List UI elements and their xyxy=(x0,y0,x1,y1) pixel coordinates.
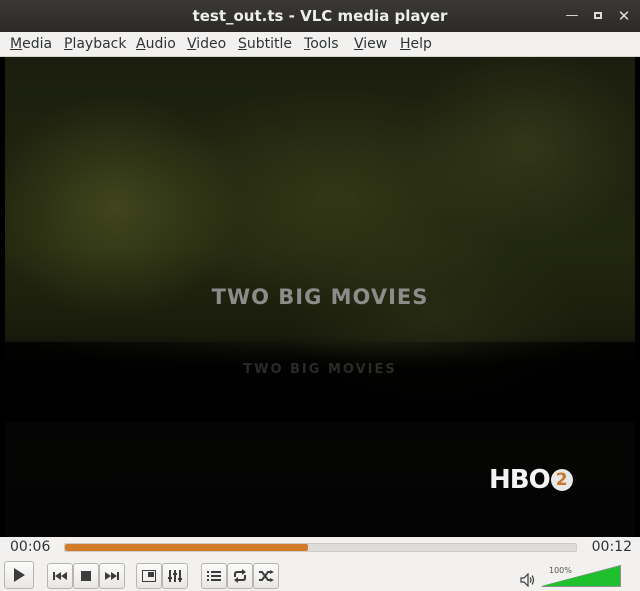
channel-logo-text: HBO xyxy=(489,465,551,495)
previous-button[interactable] xyxy=(47,563,73,589)
video-area[interactable]: TWO BIG MOVIES TWO BIG MOVIES HBO 2 xyxy=(0,57,640,537)
playlist-button[interactable] xyxy=(201,563,227,589)
total-time[interactable]: 00:12 xyxy=(592,539,632,555)
menu-video[interactable]: Video xyxy=(187,35,226,53)
maximize-icon xyxy=(594,12,602,19)
maximize-button[interactable] xyxy=(588,6,608,26)
skip-forward-icon xyxy=(105,572,119,580)
play-icon xyxy=(14,568,25,582)
next-button[interactable] xyxy=(99,563,125,589)
menu-audio[interactable]: Audio xyxy=(136,35,176,53)
speaker-icon xyxy=(520,572,535,588)
minimize-button[interactable]: — xyxy=(562,6,582,26)
fullscreen-button[interactable] xyxy=(136,563,162,589)
volume-mute-button[interactable] xyxy=(520,572,536,591)
extended-settings-button[interactable] xyxy=(162,563,188,589)
loop-button[interactable] xyxy=(227,563,253,589)
shuffle-icon xyxy=(259,570,274,582)
shuffle-button[interactable] xyxy=(253,563,279,589)
stop-icon xyxy=(81,571,91,581)
close-button[interactable]: ✕ xyxy=(614,6,634,26)
channel-logo-number: 2 xyxy=(550,469,573,491)
equalizer-icon xyxy=(168,570,182,582)
window-title: test_out.ts - VLC media player xyxy=(192,7,448,25)
elapsed-time: 00:06 xyxy=(10,539,51,555)
menu-media[interactable]: Media xyxy=(10,35,52,53)
title-bar[interactable]: test_out.ts - VLC media player — ✕ xyxy=(0,0,640,32)
channel-logo: HBO 2 xyxy=(489,465,573,495)
play-button[interactable] xyxy=(4,561,34,589)
menu-help[interactable]: Help xyxy=(400,35,432,53)
video-reflection-text: TWO BIG MOVIES xyxy=(243,362,397,377)
playlist-icon xyxy=(207,571,221,581)
menu-bar: Media Playback Audio Video Subtitle Tool… xyxy=(0,32,640,57)
seek-slider[interactable] xyxy=(64,543,577,552)
seek-row: 00:06 00:12 xyxy=(0,537,640,559)
video-horizon xyxy=(5,342,635,422)
volume-slider[interactable] xyxy=(541,565,621,587)
seek-progress xyxy=(65,544,308,551)
fullscreen-icon xyxy=(142,570,156,582)
close-icon: ✕ xyxy=(617,7,631,25)
skip-back-icon xyxy=(53,572,67,580)
menu-subtitle[interactable]: Subtitle xyxy=(238,35,292,53)
minimize-icon: — xyxy=(565,8,579,23)
stop-button[interactable] xyxy=(73,563,99,589)
menu-playback[interactable]: Playback xyxy=(64,35,126,53)
menu-tools[interactable]: Tools xyxy=(304,35,339,53)
menu-view[interactable]: View xyxy=(354,35,387,53)
loop-icon xyxy=(234,569,246,583)
video-headline-text: TWO BIG MOVIES xyxy=(211,285,429,309)
